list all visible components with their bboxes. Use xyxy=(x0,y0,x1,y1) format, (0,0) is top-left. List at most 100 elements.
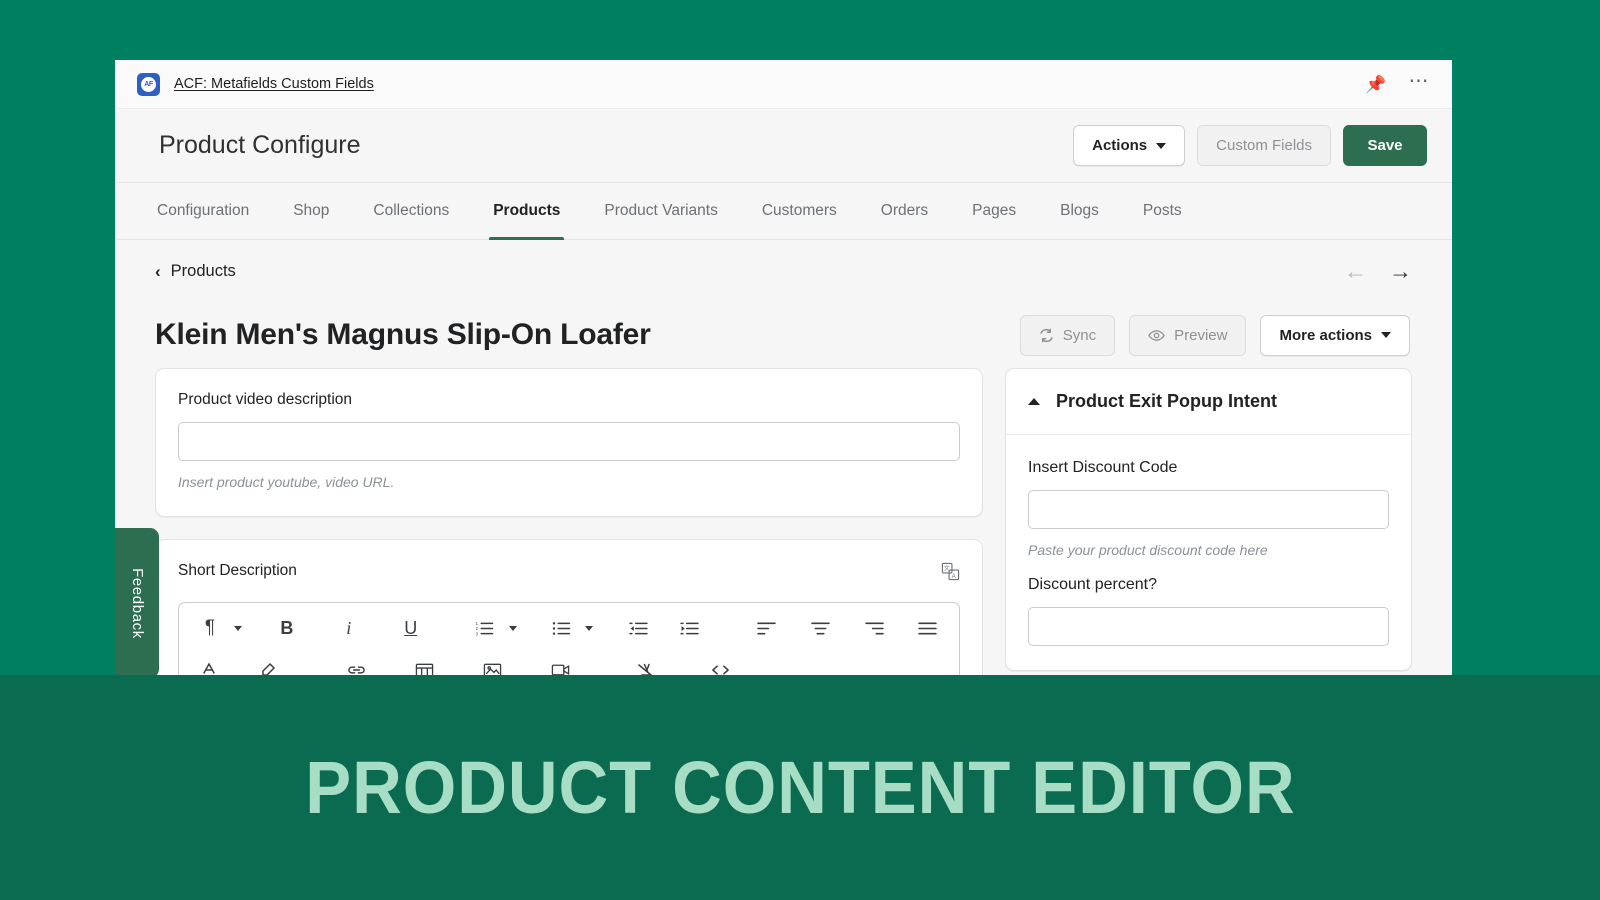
insert-image-icon[interactable] xyxy=(475,653,509,675)
discount-percent-input[interactable] xyxy=(1028,607,1389,646)
page-title: Product Configure xyxy=(159,131,361,159)
outdent-icon[interactable] xyxy=(621,611,655,645)
triangle-up-icon[interactable] xyxy=(1028,398,1040,405)
preview-button-label: Preview xyxy=(1174,326,1228,344)
paragraph-format-caret-icon[interactable] xyxy=(234,625,242,631)
discount-code-help: Paste your product discount code here xyxy=(1028,542,1268,558)
next-record-arrow-icon[interactable]: → xyxy=(1389,259,1412,283)
save-button[interactable]: Save xyxy=(1343,125,1427,166)
breadcrumb[interactable]: ‹ Products xyxy=(155,262,236,281)
product-title: Klein Men's Magnus Slip-On Loafer xyxy=(155,318,651,351)
sync-button[interactable]: Sync xyxy=(1019,314,1116,356)
page-content: ‹ Products ← → Klein Men's Magnus Slip-O… xyxy=(115,240,1452,675)
right-column: Product Exit Popup Intent Insert Discoun… xyxy=(1005,368,1412,671)
align-left-icon[interactable] xyxy=(749,611,783,645)
tab-collections[interactable]: Collections xyxy=(351,183,471,239)
align-justify-icon[interactable] xyxy=(911,611,945,645)
product-video-description-label: Product video description xyxy=(178,391,353,408)
main-tab-bar: Configuration Shop Collections Products … xyxy=(115,183,1452,240)
translate-icon[interactable]: 文 A xyxy=(941,562,960,586)
product-title-row: Klein Men's Magnus Slip-On Loafer Sync P… xyxy=(155,302,1412,368)
app-title-link[interactable]: ACF: Metafields Custom Fields xyxy=(174,76,374,92)
actions-button[interactable]: Actions xyxy=(1073,125,1186,166)
source-code-icon[interactable] xyxy=(703,653,737,675)
actions-button-label: Actions xyxy=(1092,137,1148,154)
tab-products[interactable]: Products xyxy=(471,183,582,240)
custom-fields-button[interactable]: Custom Fields xyxy=(1197,125,1331,166)
bullet-list-caret-icon[interactable] xyxy=(585,625,594,631)
more-actions-button-label: More actions xyxy=(1279,326,1372,344)
align-center-icon[interactable] xyxy=(803,611,837,645)
chevron-down-icon xyxy=(1381,332,1391,338)
paragraph-format-icon[interactable]: ¶ xyxy=(193,611,227,645)
app-window: AF ACF: Metafields Custom Fields 📌 ⋯ Pro… xyxy=(115,60,1452,675)
feedback-tab-label: Feedback xyxy=(128,567,146,639)
record-navigation: ← → xyxy=(1344,259,1412,283)
tab-orders[interactable]: Orders xyxy=(859,183,950,239)
tab-pages[interactable]: Pages xyxy=(950,183,1038,239)
sync-icon xyxy=(1039,328,1053,342)
tab-posts[interactable]: Posts xyxy=(1121,183,1204,239)
bold-icon[interactable]: B xyxy=(270,611,304,645)
banner-title: PRODUCT CONTENT EDITOR xyxy=(304,746,1296,829)
pin-icon[interactable]: 📌 xyxy=(1365,76,1386,93)
product-video-description-card: Product video description Insert product… xyxy=(155,368,983,517)
svg-text:3: 3 xyxy=(476,631,479,636)
more-actions-button[interactable]: More actions xyxy=(1260,314,1410,356)
insert-link-icon[interactable] xyxy=(339,653,373,675)
tab-shop[interactable]: Shop xyxy=(271,183,351,239)
page-header: Product Configure Actions Custom Fields … xyxy=(115,109,1452,183)
text-color-icon[interactable] xyxy=(193,653,227,675)
ordered-list-icon[interactable]: 1 2 3 xyxy=(468,611,502,645)
tab-customers[interactable]: Customers xyxy=(740,183,859,239)
product-video-description-input[interactable] xyxy=(178,422,960,461)
sync-button-label: Sync xyxy=(1062,326,1097,344)
product-exit-popup-intent-title: Product Exit Popup Intent xyxy=(1056,391,1277,411)
chevron-down-icon xyxy=(1156,142,1167,149)
short-description-card: Short Description 文 A ¶ B i U 1 2 3 xyxy=(155,539,983,675)
content-columns: Product video description Insert product… xyxy=(155,368,1412,675)
eye-icon xyxy=(1148,329,1165,341)
editor-toolbar-row-1: ¶ B i U 1 2 3 xyxy=(179,603,959,653)
previous-record-arrow-icon[interactable]: ← xyxy=(1344,259,1367,283)
bottom-banner: PRODUCT CONTENT EDITOR xyxy=(0,675,1600,900)
tab-blogs[interactable]: Blogs xyxy=(1038,183,1121,239)
insert-video-icon[interactable] xyxy=(543,653,577,675)
product-action-buttons: Sync Preview More actions xyxy=(1019,314,1410,356)
discount-code-input[interactable] xyxy=(1028,490,1389,529)
italic-icon[interactable]: i xyxy=(332,611,366,645)
app-bar-controls: 📌 ⋯ xyxy=(1365,71,1430,93)
chevron-left-icon: ‹ xyxy=(155,261,161,281)
acf-app-icon: AF xyxy=(137,72,160,96)
svg-text:文: 文 xyxy=(944,564,950,572)
embedded-app-bar: AF ACF: Metafields Custom Fields 📌 ⋯ xyxy=(115,60,1452,109)
feedback-tab[interactable]: Feedback xyxy=(115,528,159,675)
preview-button[interactable]: Preview xyxy=(1129,314,1247,356)
highlight-color-icon[interactable] xyxy=(251,653,285,675)
discount-code-label: Insert Discount Code xyxy=(1028,459,1178,476)
bullet-list-icon[interactable] xyxy=(544,611,578,645)
tab-configuration[interactable]: Configuration xyxy=(135,183,271,239)
breadcrumb-row: ‹ Products ← → xyxy=(155,240,1412,302)
short-description-header: Short Description 文 A xyxy=(156,540,982,586)
more-horizontal-icon[interactable]: ⋯ xyxy=(1409,71,1431,91)
short-description-label: Short Description xyxy=(178,562,297,579)
product-exit-popup-intent-header[interactable]: Product Exit Popup Intent xyxy=(1006,369,1411,435)
product-exit-popup-intent-card: Product Exit Popup Intent Insert Discoun… xyxy=(1005,368,1412,671)
product-exit-popup-intent-body: Insert Discount Code Paste your product … xyxy=(1006,435,1411,670)
clear-formatting-icon[interactable] xyxy=(629,653,663,675)
align-right-icon[interactable] xyxy=(857,611,891,645)
indent-icon[interactable] xyxy=(673,611,707,645)
editor-toolbar-row-2 xyxy=(179,653,959,675)
insert-table-icon[interactable] xyxy=(407,653,441,675)
product-video-description-help: Insert product youtube, video URL. xyxy=(178,474,395,490)
acf-app-icon-label: AF xyxy=(141,76,156,92)
tab-product-variants[interactable]: Product Variants xyxy=(582,183,739,239)
header-action-buttons: Actions Custom Fields Save xyxy=(1073,125,1427,166)
underline-icon[interactable]: U xyxy=(394,611,428,645)
ordered-list-caret-icon[interactable] xyxy=(508,625,517,631)
rich-text-editor[interactable]: ¶ B i U 1 2 3 xyxy=(178,602,960,675)
left-column: Product video description Insert product… xyxy=(155,368,983,675)
panel-spacer xyxy=(1028,558,1389,576)
breadcrumb-label: Products xyxy=(170,261,236,280)
